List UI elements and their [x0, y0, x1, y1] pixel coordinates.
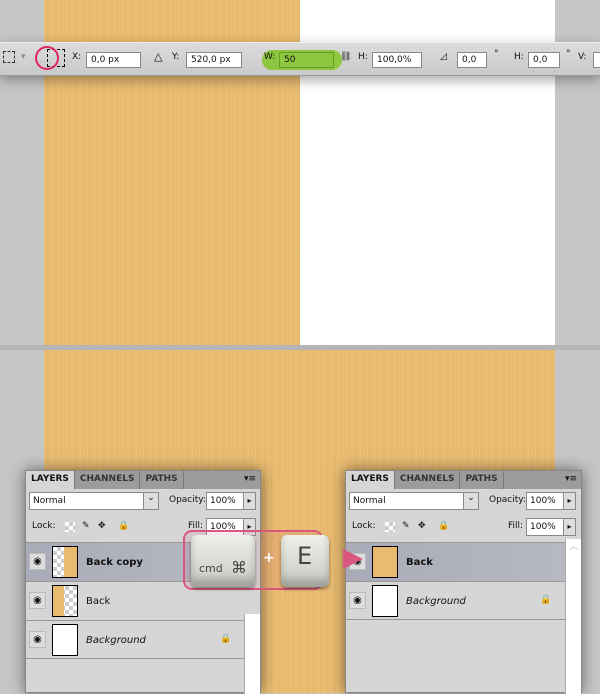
lock-transparent-icon[interactable] — [65, 522, 75, 532]
layer-thumbnail — [52, 624, 78, 656]
blend-mode-value: Normal — [33, 496, 66, 506]
lock-move-icon[interactable]: ✥ — [98, 521, 106, 531]
link-icon[interactable]: ⛓ — [340, 52, 351, 62]
layer-name: Back — [86, 596, 111, 607]
h-skew-input[interactable]: 0,0 — [528, 52, 560, 68]
layer-name: Back copy — [86, 557, 143, 568]
v-skew-label: V: — [578, 52, 587, 62]
panel-menu-icon[interactable]: ▾≡ — [565, 474, 577, 484]
dropdown-arrow-icon[interactable]: ▾ — [21, 52, 26, 62]
arrow-icon — [343, 549, 363, 569]
y-input[interactable]: 520,0 px — [186, 52, 242, 68]
layer-thumbnail — [372, 546, 398, 578]
degree-symbol-2: ° — [566, 49, 571, 59]
opacity-label: Opacity: — [489, 495, 526, 505]
scroll-up-icon[interactable]: ︿ — [566, 539, 581, 552]
lock-brush-icon[interactable]: ✎ — [402, 521, 410, 531]
chevron-down-icon: ⌄ — [143, 493, 158, 509]
opacity-label: Opacity: — [169, 495, 206, 505]
lock-brush-icon[interactable]: ✎ — [82, 521, 90, 531]
fill-arrow-button[interactable]: ▸ — [563, 518, 576, 536]
lock-label: Lock: — [352, 521, 376, 531]
plus-sign: + — [263, 550, 275, 566]
h-input[interactable]: 100,0% — [372, 52, 422, 68]
layer-row-background[interactable]: ◉ Background 🔒 — [346, 581, 566, 620]
highlight-circle — [35, 46, 59, 70]
tab-layers[interactable]: LAYERS — [26, 471, 75, 489]
fill-label: Fill: — [508, 521, 524, 531]
layer-name: Back — [406, 557, 433, 568]
tab-layers[interactable]: LAYERS — [346, 471, 395, 489]
blend-mode-select[interactable]: Normal ⌄ — [349, 492, 479, 510]
lock-all-icon[interactable]: 🔒 — [118, 521, 129, 531]
fill-input[interactable]: 100% — [526, 518, 566, 536]
panel-menu-icon[interactable]: ▾≡ — [244, 474, 256, 484]
tab-paths[interactable]: PATHS — [460, 471, 504, 489]
marquee-tool-icon[interactable] — [3, 51, 15, 63]
options-bar: ▾ X: 0,0 px △ Y: 520,0 px W: 50 ⛓ H: 100… — [0, 42, 600, 76]
delta-icon[interactable]: △ — [154, 50, 162, 63]
h-label: H: — [358, 52, 368, 62]
lock-move-icon[interactable]: ✥ — [418, 521, 426, 531]
y-label: Y: — [172, 52, 180, 62]
eye-icon[interactable]: ◉ — [349, 592, 366, 609]
opacity-arrow-button[interactable]: ▸ — [243, 492, 256, 510]
h-skew-label: H: — [514, 52, 524, 62]
layers-panel-after: LAYERS CHANNELS PATHS ▾≡ Normal ⌄ Opacity… — [345, 470, 582, 694]
layer-name: Background — [406, 596, 466, 607]
layer-name: Background — [86, 635, 146, 646]
shortcut-overlay: cmd ⌘ + E — [183, 530, 329, 590]
eye-icon[interactable]: ◉ — [29, 553, 46, 570]
opacity-input[interactable]: 100% — [206, 492, 246, 510]
tab-paths[interactable]: PATHS — [140, 471, 184, 489]
lock-icon: 🔒 — [540, 595, 552, 605]
angle-input[interactable]: 0,0 — [457, 52, 487, 68]
blend-mode-select[interactable]: Normal ⌄ — [29, 492, 159, 510]
blend-mode-value: Normal — [353, 496, 386, 506]
opacity-input[interactable]: 100% — [526, 492, 566, 510]
eye-icon[interactable]: ◉ — [29, 592, 46, 609]
e-key-label: E — [297, 542, 313, 570]
layer-row-back[interactable]: ◉ Back — [346, 542, 566, 581]
layer-thumbnail — [52, 546, 78, 578]
lock-label: Lock: — [32, 521, 56, 531]
cmd-key: cmd ⌘ — [191, 535, 255, 587]
x-label: X: — [72, 52, 82, 62]
w-input[interactable]: 50 — [279, 52, 334, 68]
cmd-key-label: cmd — [199, 562, 223, 575]
lock-icon: 🔒 — [220, 634, 232, 644]
layer-thumbnail — [52, 585, 78, 617]
layer-row-background[interactable]: ◉ Background 🔒 — [26, 620, 246, 659]
v-skew-input[interactable] — [593, 52, 600, 68]
eye-icon[interactable]: ◉ — [29, 631, 46, 648]
layer-thumbnail — [372, 585, 398, 617]
scrollbar[interactable]: ︿ — [565, 539, 581, 694]
lock-all-icon[interactable]: 🔒 — [438, 521, 449, 531]
rotate-angle-icon: ◿ — [440, 52, 447, 62]
e-key: E — [281, 535, 329, 587]
tab-channels[interactable]: CHANNELS — [75, 471, 141, 489]
degree-symbol: ° — [494, 49, 499, 59]
x-input[interactable]: 0,0 px — [86, 52, 141, 68]
scrollbar[interactable] — [244, 614, 260, 694]
chevron-down-icon: ⌄ — [463, 493, 478, 509]
lock-transparent-icon[interactable] — [385, 522, 395, 532]
command-icon: ⌘ — [231, 558, 247, 577]
tab-channels[interactable]: CHANNELS — [395, 471, 461, 489]
w-label: W: — [264, 52, 276, 62]
opacity-arrow-button[interactable]: ▸ — [563, 492, 576, 510]
